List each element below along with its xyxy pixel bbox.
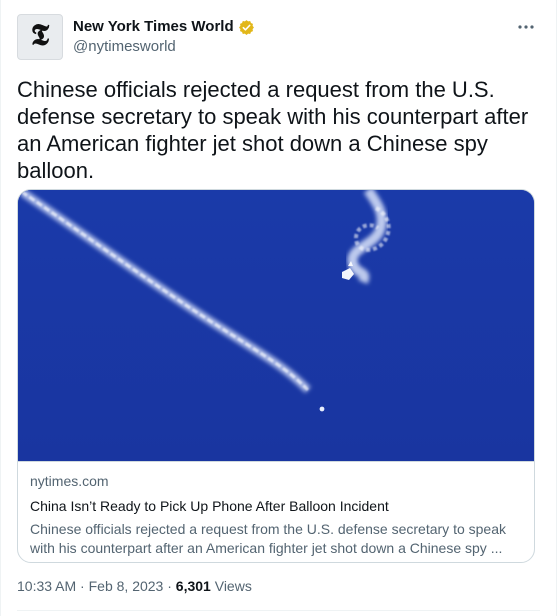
display-name[interactable]: New York Times World <box>73 17 234 37</box>
avatar[interactable]: 𝕿 <box>17 14 63 60</box>
author-names: New York Times World @nytimesworld <box>73 17 255 57</box>
tweet: 𝕿 New York Times World @nytimesworld Chi… <box>0 0 557 616</box>
divider <box>17 610 540 611</box>
tweet-text: Chinese officials rejected a request fro… <box>17 77 529 183</box>
link-card[interactable]: nytimes.com China Isn’t Ready to Pick Up… <box>17 189 535 563</box>
card-image[interactable] <box>18 190 534 461</box>
views-count: 6,301 <box>175 578 211 594</box>
display-name-row: New York Times World <box>73 17 255 37</box>
views-label: Views <box>214 578 252 594</box>
card-title[interactable]: China Isn’t Ready to Pick Up Phone After… <box>30 497 522 516</box>
card-description: Chinese officials rejected a request fro… <box>30 521 506 556</box>
nyt-logo-icon: 𝕿 <box>30 18 50 53</box>
card-domain: nytimes.com <box>30 473 109 489</box>
meta-separator-2: · <box>167 578 172 594</box>
user-handle[interactable]: @nytimesworld <box>73 37 255 57</box>
tweet-header: 𝕿 New York Times World @nytimesworld <box>17 14 540 62</box>
tweet-meta: 10:33 AM · Feb 8, 2023 · 6,301 Views <box>17 576 252 596</box>
ellipsis-icon <box>518 25 534 29</box>
tweet-time[interactable]: 10:33 AM <box>17 578 76 594</box>
verified-badge-icon <box>238 19 254 35</box>
balloon-photo <box>18 190 534 461</box>
meta-separator: · <box>80 578 85 594</box>
tweet-date[interactable]: Feb 8, 2023 <box>89 578 164 594</box>
card-meta: nytimes.com China Isn’t Ready to Pick Up… <box>18 461 534 562</box>
more-options-icon[interactable] <box>512 16 540 38</box>
